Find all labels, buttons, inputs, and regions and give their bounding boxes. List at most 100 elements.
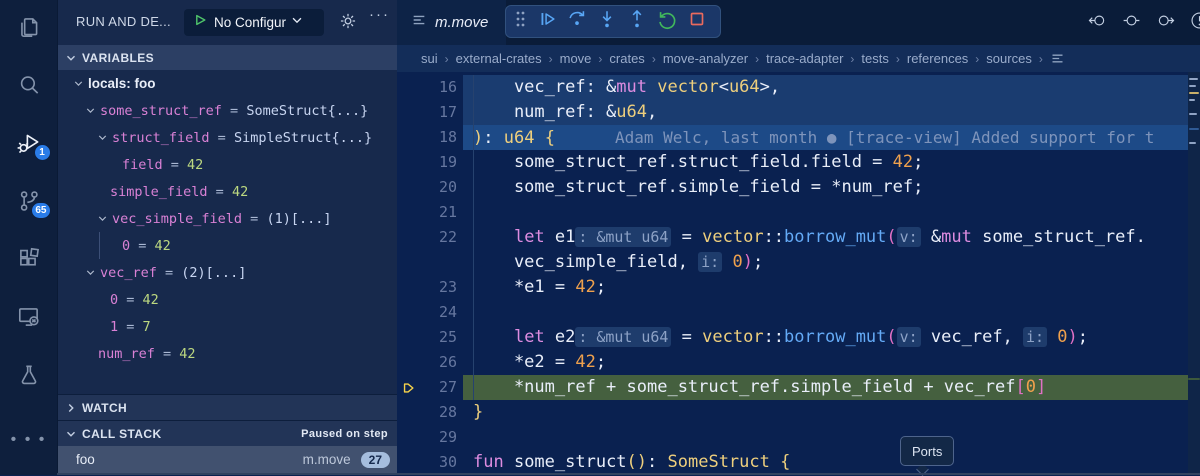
breadcrumb-sui[interactable]: sui <box>421 51 438 66</box>
breakpoint-slot[interactable] <box>397 400 419 425</box>
breakpoint-slot[interactable] <box>397 350 419 375</box>
breadcrumb-references[interactable]: references <box>907 51 968 66</box>
variable-row-some_struct_ref[interactable]: some_struct_ref = SomeStruct{...} <box>58 97 398 124</box>
tab-m-move[interactable]: m.move <box>397 0 506 45</box>
breadcrumb-move[interactable]: move <box>560 51 592 66</box>
breakpoint-slot[interactable] <box>397 175 419 200</box>
breakpoint-slot[interactable] <box>397 125 419 150</box>
continue-button[interactable] <box>532 9 562 35</box>
breakpoint-slot[interactable] <box>397 450 419 475</box>
code-text[interactable]: fun some_struct(): SomeStruct { <box>473 450 790 475</box>
variable-row-field[interactable]: field = 42 <box>58 151 398 178</box>
watch-section-header[interactable]: WATCH <box>58 394 398 420</box>
activity-extensions[interactable] <box>13 246 45 272</box>
code-text[interactable]: vec_ref: &mut vector<u64>, <box>473 75 780 100</box>
breadcrumb-trace-adapter[interactable]: trace-adapter <box>766 51 843 66</box>
chevron-down-icon[interactable] <box>84 104 97 117</box>
variable-row-vec_simple_field[interactable]: vec_simple_field = (1)[...] <box>58 205 398 232</box>
chevron-down-icon[interactable] <box>96 131 109 144</box>
reference-current-button[interactable] <box>1121 10 1142 36</box>
breadcrumb-move-analyzer[interactable]: move-analyzer <box>663 51 748 66</box>
breakpoint-slot[interactable] <box>397 75 419 100</box>
line-number[interactable] <box>419 250 457 275</box>
gear-icon[interactable] <box>338 11 358 36</box>
breakpoint-slot[interactable] <box>397 100 419 125</box>
breadcrumb-tests[interactable]: tests <box>861 51 888 66</box>
call-stack-section-header[interactable]: CALL STACK Paused on step <box>58 420 398 446</box>
code-text[interactable]: let e2: &mut u64 = vector::borrow_mut(v:… <box>473 325 1088 350</box>
code-text[interactable]: *e1 = 42; <box>473 275 606 300</box>
code-text[interactable]: let e1: &mut u64 = vector::borrow_mut(v:… <box>473 225 1146 250</box>
step-into-button[interactable] <box>592 9 622 35</box>
chevron-down-icon[interactable] <box>96 212 109 225</box>
breadcrumb-external-crates[interactable]: external-crates <box>456 51 542 66</box>
line-number[interactable]: 17 <box>419 100 457 125</box>
start-debug-icon[interactable] <box>192 12 208 33</box>
line-number[interactable]: 24 <box>419 300 457 325</box>
code-text[interactable]: } <box>473 400 483 425</box>
variable-row-struct_field[interactable]: struct_field = SimpleStruct{...} <box>58 124 398 151</box>
line-number[interactable]: 23 <box>419 275 457 300</box>
minimap[interactable] <box>1188 72 1200 475</box>
activity-remote-explorer[interactable] <box>13 304 45 330</box>
restart-button[interactable] <box>652 9 682 35</box>
activity-testing[interactable] <box>13 362 45 388</box>
code-text[interactable]: *num_ref + some_struct_ref.simple_field … <box>473 375 1046 400</box>
code-line-26: 26 *e2 = 42; <box>397 350 1200 375</box>
call-stack-frame[interactable]: foo m.move 27 <box>58 446 398 473</box>
activity-source-control[interactable]: 65 <box>13 188 45 214</box>
variable-row-0[interactable]: 0 = 42 <box>58 232 398 259</box>
stop-button[interactable] <box>682 9 712 35</box>
reference-previous-button[interactable] <box>1087 10 1108 36</box>
activity-more-actions[interactable]: • • • <box>0 431 57 449</box>
variable-row-1[interactable]: 1 = 7 <box>58 313 398 340</box>
breakpoint-slot[interactable] <box>397 150 419 175</box>
breakpoint-slot[interactable] <box>397 250 419 275</box>
activity-search[interactable] <box>13 72 45 98</box>
step-over-button[interactable] <box>562 9 592 35</box>
variable-row-0[interactable]: 0 = 42 <box>58 286 398 313</box>
line-number[interactable]: 28 <box>419 400 457 425</box>
variable-row-locals[interactable]: locals: foo <box>58 70 398 97</box>
debug-stackframe-arrow-icon[interactable] <box>397 375 419 400</box>
line-number[interactable]: 30 <box>419 450 457 475</box>
code-text[interactable]: some_struct_ref.simple_field = *num_ref; <box>473 175 923 200</box>
line-number[interactable]: 19 <box>419 150 457 175</box>
activity-explorer[interactable] <box>13 14 45 40</box>
line-number[interactable]: 22 <box>419 225 457 250</box>
breadcrumb-sources[interactable]: sources <box>986 51 1032 66</box>
reference-next-button[interactable] <box>1155 10 1176 36</box>
code-text[interactable]: *e2 = 42; <box>473 350 606 375</box>
breakpoint-slot[interactable] <box>397 425 419 450</box>
toolbar-drag-handle[interactable] <box>514 9 532 34</box>
activity-run-and-debug[interactable]: 1 <box>13 130 45 156</box>
line-number[interactable]: 27 <box>419 375 457 400</box>
line-number[interactable]: 21 <box>419 200 457 225</box>
code-text[interactable]: some_struct_ref.struct_field.field = 42; <box>473 150 923 175</box>
code-text[interactable]: vec_simple_field, i: 0); <box>473 250 763 275</box>
line-number[interactable]: 18 <box>419 125 457 150</box>
variable-row-simple_field[interactable]: simple_field = 42 <box>58 178 398 205</box>
breakpoint-slot[interactable] <box>397 275 419 300</box>
code-text[interactable]: num_ref: &u64, <box>473 100 657 125</box>
run-action-button[interactable] <box>1189 10 1200 36</box>
breakpoint-slot[interactable] <box>397 225 419 250</box>
sidebar-more-actions[interactable]: ··· <box>369 6 390 23</box>
line-number[interactable]: 20 <box>419 175 457 200</box>
variable-row-vec_ref[interactable]: vec_ref = (2)[...] <box>58 259 398 286</box>
line-number[interactable]: 16 <box>419 75 457 100</box>
breakpoint-slot[interactable] <box>397 325 419 350</box>
variables-section-header[interactable]: VARIABLES <box>58 45 397 70</box>
chevron-down-icon[interactable] <box>72 77 85 90</box>
step-out-button[interactable] <box>622 9 652 35</box>
code-text[interactable]: ): u64 {Adam Welc, last month ● [trace-v… <box>473 125 1154 150</box>
line-number[interactable]: 26 <box>419 350 457 375</box>
debug-config-dropdown[interactable]: No Configur <box>184 9 324 36</box>
breadcrumb-crates[interactable]: crates <box>609 51 644 66</box>
chevron-down-icon[interactable] <box>84 266 97 279</box>
variable-row-num_ref[interactable]: num_ref = 42 <box>58 340 398 367</box>
line-number[interactable]: 29 <box>419 425 457 450</box>
breakpoint-slot[interactable] <box>397 200 419 225</box>
breakpoint-slot[interactable] <box>397 300 419 325</box>
line-number[interactable]: 25 <box>419 325 457 350</box>
